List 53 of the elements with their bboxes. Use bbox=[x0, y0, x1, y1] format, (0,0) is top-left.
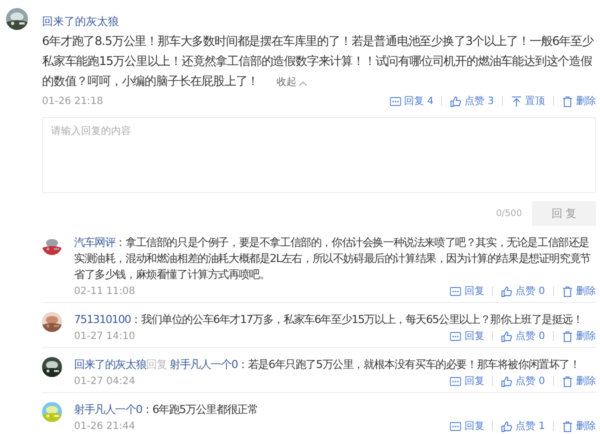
comment-icon bbox=[450, 420, 462, 432]
timestamp: 01-26 21:44 bbox=[74, 420, 136, 432]
collapse-button[interactable]: 收起 bbox=[276, 73, 307, 93]
comment-icon bbox=[450, 286, 462, 296]
thumbs-up-icon bbox=[450, 96, 462, 106]
like-button[interactable]: 点赞 1 bbox=[501, 419, 545, 433]
reply-button[interactable]: 回复 bbox=[450, 374, 484, 388]
reply-text: 汽车网评：拿工信部的只是个例子，要是不拿工信部的，你估计会换一种说法来喷了吧？其实，无论是工信部还是实测油耗，混动和燃油相差的油耗大概都是2L左右，所以不妨碍最后的计算结果，因为计算的结果是想证明究竟节省了多少钱，麻烦看懂了计算方式再喷吧。 bbox=[74, 235, 592, 283]
reply-button[interactable]: 回复 bbox=[450, 329, 484, 343]
reply-text: 射手凡人一个0：6年跑5万公里都很正常 bbox=[74, 402, 259, 418]
pin-button[interactable]: 置顶 bbox=[511, 94, 545, 108]
author-name[interactable]: 751310100 bbox=[74, 313, 131, 326]
like-button[interactable]: 点赞 3 bbox=[450, 94, 494, 108]
character-counter: 0/500 bbox=[496, 208, 522, 218]
trash-icon bbox=[562, 286, 573, 296]
timestamp: 01-27 04:24 bbox=[74, 376, 136, 386]
like-button[interactable]: 点赞 0 bbox=[501, 374, 545, 388]
timestamp: 01-27 14:10 bbox=[74, 330, 136, 342]
reply-text: 751310100：我们单位的公车6年才17万多，私家车6年至少15万以上，每天65公里以上？那你上班了是挺远！ bbox=[74, 312, 584, 328]
delete-button[interactable]: 删除 bbox=[562, 94, 596, 108]
reply-button[interactable]: 回复 bbox=[450, 419, 484, 433]
author-name[interactable]: 回来了的灰太狼 bbox=[42, 15, 119, 28]
delete-button[interactable]: 删除 bbox=[562, 329, 596, 343]
author-name[interactable]: 回来了的灰太狼 bbox=[74, 358, 146, 371]
like-button[interactable]: 点赞 0 bbox=[501, 284, 545, 298]
reply-submit-button[interactable]: 回 复 bbox=[532, 201, 596, 226]
author-name[interactable]: 汽车网评 bbox=[74, 236, 116, 249]
delete-button[interactable]: 删除 bbox=[562, 419, 596, 433]
reply-input[interactable]: 请输入回复的内容 bbox=[42, 117, 596, 193]
trash-icon bbox=[562, 330, 573, 342]
trash-icon bbox=[562, 420, 573, 432]
reply-text: 回来了的灰太狼回复 射手凡人一个0：若是6年只跑了5万公里，就根本没有买车的必要！那车将被你闲置坏了！ bbox=[74, 357, 581, 373]
pin-top-icon bbox=[511, 96, 522, 106]
author-name[interactable]: 射手凡人一个0 bbox=[74, 403, 142, 416]
thumbs-up-icon bbox=[501, 330, 512, 342]
thumbs-up-icon bbox=[501, 376, 512, 386]
reply-button[interactable]: 回复 bbox=[450, 284, 484, 298]
comment-icon bbox=[450, 330, 462, 342]
thumbs-up-icon bbox=[501, 286, 512, 296]
thumbs-up-icon bbox=[501, 420, 512, 432]
author-name[interactable]: 射手凡人一个0 bbox=[170, 358, 238, 371]
timestamp: 02-11 11:08 bbox=[74, 286, 136, 296]
chevron-up-icon bbox=[298, 80, 307, 86]
like-button[interactable]: 点赞 0 bbox=[501, 329, 545, 343]
reply-button[interactable]: 回复 4 bbox=[390, 94, 434, 108]
delete-button[interactable]: 删除 bbox=[562, 284, 596, 298]
timestamp: 01-26 21:18 bbox=[42, 96, 104, 106]
trash-icon bbox=[562, 96, 573, 106]
comment-icon bbox=[450, 376, 462, 386]
trash-icon bbox=[562, 376, 573, 386]
delete-button[interactable]: 删除 bbox=[562, 374, 596, 388]
comment-icon bbox=[390, 96, 401, 106]
comment-text: 6年才跑了8.5万公里！那车大多数时间都是摆在车库里的了！若是普通电池至少换了3个以上了！一般6年至少私家车能跑15万公里以上！还竟然拿工信部的造假数字来计算！！试问有哪位司机开的燃油车能达到这个造假的数值？呵呵，小编的脑子长在屁股上了！ 收起 bbox=[42, 31, 596, 93]
